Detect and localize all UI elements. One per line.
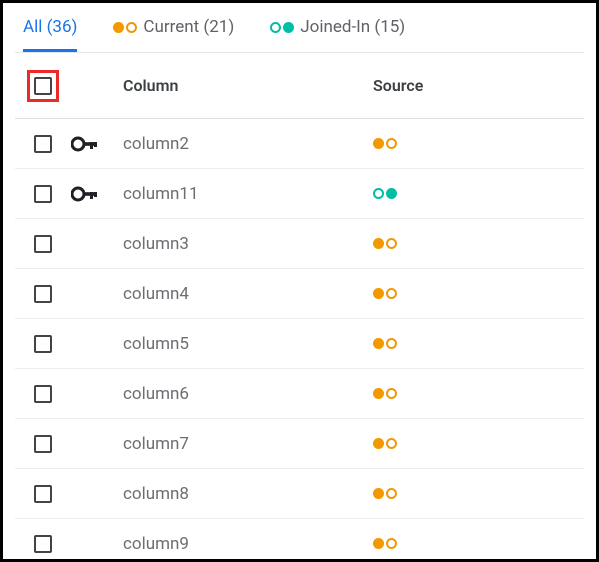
tab-joined-in[interactable]: Joined-In (15) — [270, 17, 405, 52]
joined-dots-icon — [270, 22, 294, 33]
source-indicator — [373, 138, 584, 149]
row-checkbox[interactable] — [34, 185, 52, 203]
row-checkbox[interactable] — [34, 335, 52, 353]
column-name: column11 — [123, 184, 373, 204]
current-dots-icon — [373, 338, 397, 349]
tab-joined-label: Joined-In (15) — [300, 17, 405, 37]
table-row: column4 — [15, 269, 584, 319]
select-all-checkbox[interactable] — [34, 77, 52, 95]
header-column: Column — [123, 76, 373, 95]
current-dots-icon — [373, 138, 397, 149]
current-dots-icon — [373, 238, 397, 249]
column-name: column8 — [123, 484, 373, 504]
key-icon — [71, 136, 99, 152]
current-dots-icon — [113, 22, 137, 33]
joined-dots-icon — [373, 188, 397, 199]
source-indicator — [373, 388, 584, 399]
tab-current-label: Current (21) — [143, 17, 234, 37]
tab-all[interactable]: All (36) — [23, 17, 77, 52]
key-icon — [71, 186, 99, 202]
source-indicator — [373, 288, 584, 299]
table-row: column7 — [15, 419, 584, 469]
columns-table: Column Source column2 column11 column3 colu… — [15, 53, 584, 555]
table-row: column9 — [15, 519, 584, 555]
header-source: Source — [373, 76, 584, 95]
column-name: column4 — [123, 284, 373, 304]
column-name: column6 — [123, 384, 373, 404]
source-indicator — [373, 338, 584, 349]
current-dots-icon — [373, 538, 397, 549]
current-dots-icon — [373, 388, 397, 399]
row-checkbox[interactable] — [34, 235, 52, 253]
table-row: column5 — [15, 319, 584, 369]
row-checkbox[interactable] — [34, 435, 52, 453]
row-checkbox[interactable] — [34, 485, 52, 503]
table-row: column3 — [15, 219, 584, 269]
current-dots-icon — [373, 288, 397, 299]
column-name: column5 — [123, 334, 373, 354]
tab-current[interactable]: Current (21) — [113, 17, 234, 52]
row-checkbox[interactable] — [34, 535, 52, 553]
source-indicator — [373, 188, 584, 199]
table-header-row: Column Source — [15, 53, 584, 119]
column-name: column7 — [123, 434, 373, 454]
source-indicator — [373, 488, 584, 499]
select-all-highlight — [27, 70, 59, 102]
current-dots-icon — [373, 488, 397, 499]
column-name: column2 — [123, 134, 373, 154]
table-row: column11 — [15, 169, 584, 219]
column-name: column3 — [123, 234, 373, 254]
row-checkbox[interactable] — [34, 385, 52, 403]
tabs-bar: All (36) Current (21) Joined-In (15) — [15, 3, 584, 53]
tab-all-label: All (36) — [23, 17, 77, 37]
table-row: column2 — [15, 119, 584, 169]
source-indicator — [373, 238, 584, 249]
column-name: column9 — [123, 534, 373, 554]
source-indicator — [373, 438, 584, 449]
table-row: column8 — [15, 469, 584, 519]
row-checkbox[interactable] — [34, 135, 52, 153]
current-dots-icon — [373, 438, 397, 449]
row-checkbox[interactable] — [34, 285, 52, 303]
source-indicator — [373, 538, 584, 549]
table-row: column6 — [15, 369, 584, 419]
